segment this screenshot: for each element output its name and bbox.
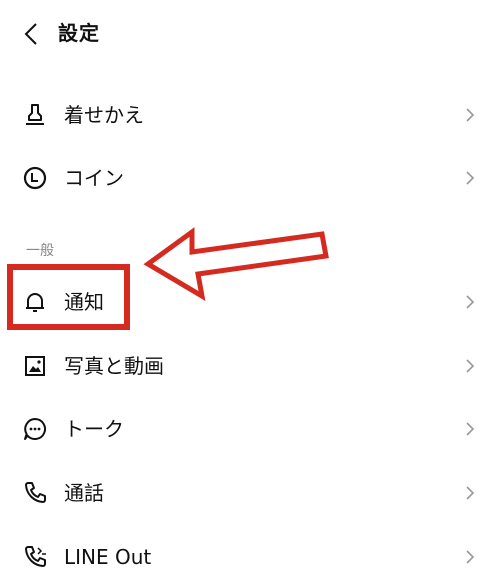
chevron-right-icon: [466, 486, 475, 500]
phone-out-icon: [25, 546, 46, 567]
chat-icon: [24, 418, 46, 440]
chevron-left-icon: [24, 23, 37, 45]
settings-item-photos-videos[interactable]: 写真と動画: [0, 336, 500, 396]
settings-item-chats[interactable]: トーク: [0, 399, 500, 459]
chevron-right-icon: [466, 295, 475, 309]
image-icon: [25, 356, 45, 376]
chevron-right-icon: [466, 422, 475, 436]
settings-item-theme[interactable]: 着せかえ: [0, 85, 500, 145]
settings-item-label: コイン: [64, 166, 124, 190]
settings-item-label: 写真と動画: [64, 354, 164, 378]
settings-item-calls[interactable]: 通話: [0, 463, 500, 523]
arrow-annotation-icon: [143, 227, 329, 301]
settings-item-label: LINE Out: [64, 545, 152, 569]
coin-icon: [23, 166, 47, 190]
chevron-right-icon: [466, 550, 475, 564]
settings-item-label: トーク: [64, 417, 124, 441]
settings-item-line-out[interactable]: LINE Out: [0, 527, 500, 587]
brush-icon: [26, 104, 44, 125]
chevron-right-icon: [466, 108, 475, 122]
header: 設定: [0, 0, 500, 68]
settings-item-label: 通話: [64, 481, 104, 505]
back-button[interactable]: [18, 20, 46, 48]
chevron-right-icon: [466, 171, 475, 185]
settings-item-label: 着せかえ: [64, 103, 144, 127]
phone-icon: [25, 482, 46, 503]
page-title: 設定: [58, 21, 100, 45]
chevron-right-icon: [466, 359, 475, 373]
settings-item-coin[interactable]: コイン: [0, 148, 500, 208]
highlight-box: [7, 264, 130, 330]
section-label-general: 一般: [26, 243, 54, 259]
